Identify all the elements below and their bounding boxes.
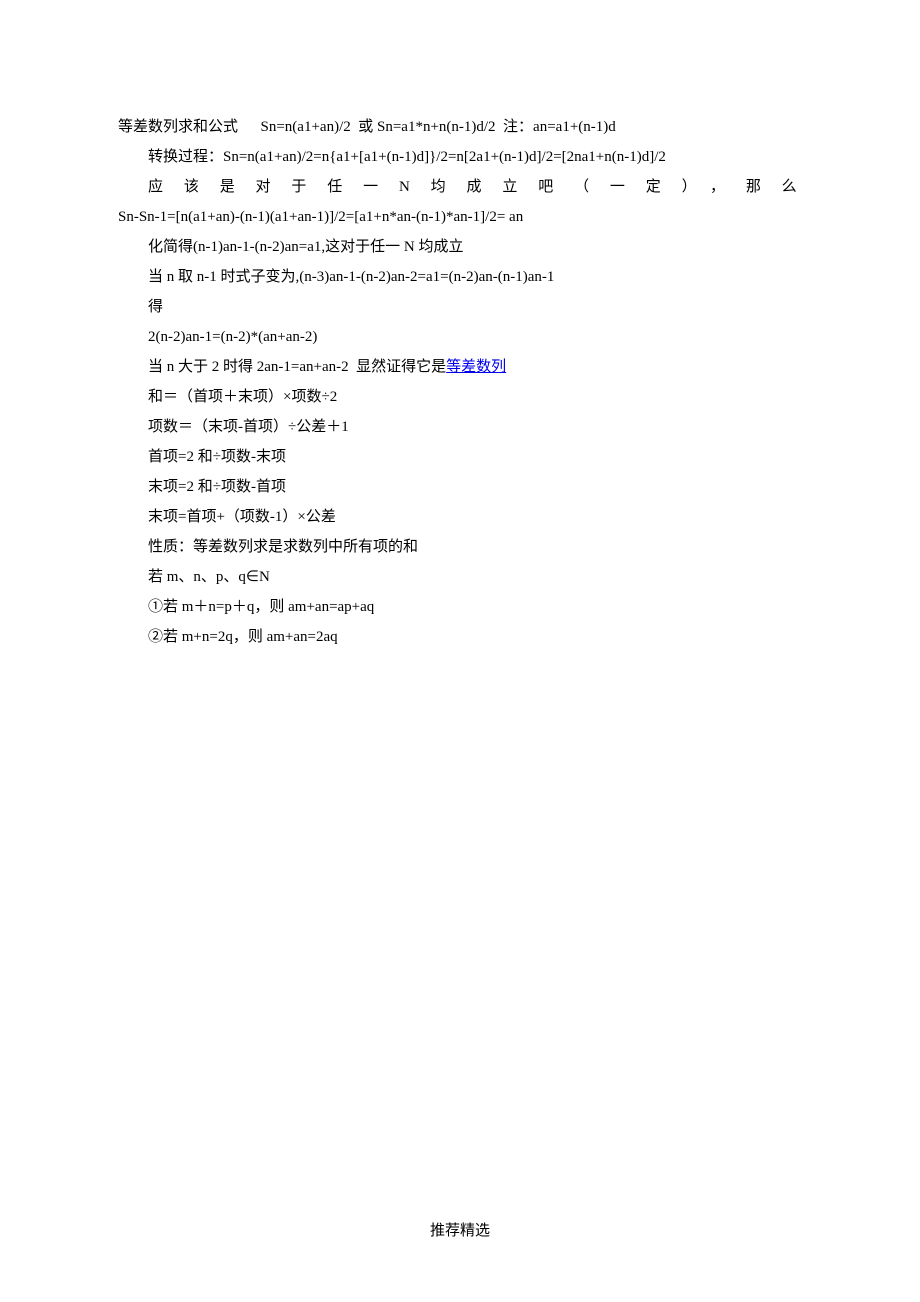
document-page: 等差数列求和公式 Sn=n(a1+an)/2 或 Sn=a1*n+n(n-1)d… (0, 0, 920, 1302)
text-line-6: 当 n 取 n-1 时式子变为,(n-3)an-1-(n-2)an-2=a1=(… (118, 262, 802, 292)
text-line-7: 得 (118, 292, 802, 322)
text-line-15: 性质：等差数列求是求数列中所有项的和 (118, 532, 802, 562)
text-line-18: ②若 m+n=2q，则 am+an=2aq (118, 622, 802, 652)
text-line-11: 项数＝（末项-首项）÷公差＋1 (118, 412, 802, 442)
text-line-13: 末项=2 和÷项数-首项 (118, 472, 802, 502)
text-line-1: 等差数列求和公式 Sn=n(a1+an)/2 或 Sn=a1*n+n(n-1)d… (118, 112, 802, 142)
text-line-17: ①若 m＋n=p＋q，则 am+an=ap+aq (118, 592, 802, 622)
text-line-5: 化简得(n-1)an-1-(n-2)an=a1,这对于任一 N 均成立 (118, 232, 802, 262)
text-segment: 当 n 大于 2 时得 2an-1=an+an-2 显然证得它是 (148, 359, 446, 375)
text-line-16: 若 m、n、p、q∈N (118, 562, 802, 592)
text-line-8: 2(n-2)an-1=(n-2)*(an+an-2) (118, 322, 802, 352)
text-line-12: 首项=2 和÷项数-末项 (118, 442, 802, 472)
text-line-14: 末项=首项+（项数-1）×公差 (118, 502, 802, 532)
text-line-3: 应该是对于任一N均成立吧（一定），那么 (118, 172, 802, 202)
text-line-10: 和＝（首项＋末项）×项数÷2 (118, 382, 802, 412)
arithmetic-sequence-link[interactable]: 等差数列 (446, 359, 506, 375)
text-line-9: 当 n 大于 2 时得 2an-1=an+an-2 显然证得它是等差数列 (118, 352, 802, 382)
text-line-4: Sn-Sn-1=[n(a1+an)-(n-1)(a1+an-1)]/2=[a1+… (118, 202, 802, 232)
text-line-2: 转换过程：Sn=n(a1+an)/2=n{a1+[a1+(n-1)d]}/2=n… (118, 142, 802, 172)
page-footer: 推荐精选 (0, 1219, 920, 1240)
